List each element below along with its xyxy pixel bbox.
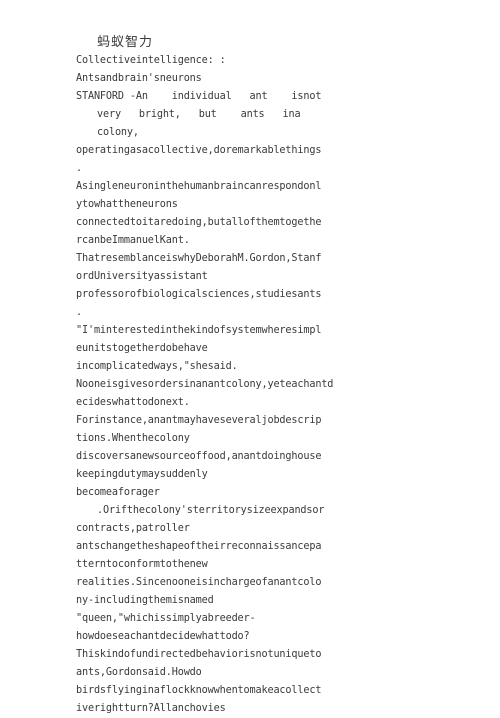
document-line: rcanbeImmanuelKant. <box>76 235 190 246</box>
document-line: . <box>76 307 82 318</box>
document-line: "queen,"whichissimplyabreeder- <box>76 613 256 624</box>
document-line: operatingasacollective,doremarkablething… <box>76 145 322 156</box>
document-line: connectedtoitaredoing,butallofthemtogeth… <box>76 217 322 228</box>
document-line: STANFORD -An individual ant isnot <box>76 91 322 102</box>
document-line: becomeaforager <box>76 487 160 498</box>
document-paragraph-lines: STANFORD -An individual ant isnot very br… <box>76 88 412 718</box>
document-line: ThatresemblanceiswhyDeborahM.Gordon,Stan… <box>76 253 322 264</box>
document-line: professorofbiologicalsciences,studiesant… <box>76 289 322 300</box>
document-line: iverightturn?Allanchovies <box>76 703 226 714</box>
document-line: ecideswhattodonext. <box>76 397 190 408</box>
document-line: realities.Sincenooneisinchargeofanantcol… <box>76 577 322 588</box>
document-line: discoversanewsourceoffood,anantdoinghous… <box>76 451 322 462</box>
document-line: antschangetheshapeoftheirreconnaissancep… <box>76 541 322 552</box>
document-line: "I'minterestedinthekindofsystemwheresimp… <box>76 325 322 336</box>
document-line: Nooneisgivesordersinanantcolony,yeteacha… <box>76 379 334 390</box>
document-line: contracts,patroller <box>76 523 190 534</box>
document-line: ants,Gordonsaid.Howdo <box>76 667 202 678</box>
document-line: ny-includingthemisnamed <box>76 595 214 606</box>
document-line: birdsflyinginaflockknowwhentomakeacollec… <box>76 685 322 696</box>
document-line: colony, <box>97 127 139 138</box>
document-page: 蚂蚁智力 Collectiveintelligence: : Antsandbr… <box>0 0 500 714</box>
document-line: keepingdutymaysuddenly <box>76 469 208 480</box>
document-text-body: 蚂蚁智力 Collectiveintelligence: : Antsandbr… <box>76 34 412 718</box>
document-line: Forinstance,anantmayhaveseveraljobdescri… <box>76 415 322 426</box>
document-line: . <box>76 163 82 174</box>
document-line: tterntoconformtothenew <box>76 559 208 570</box>
document-line: ordUniversityassistant <box>76 271 208 282</box>
document-line: incomplicatedways,"shesaid. <box>76 361 238 372</box>
document-line: .Orifthecolony'sterritorysizeexpandsor <box>97 505 325 516</box>
document-title-cjk: 蚂蚁智力 <box>97 35 154 50</box>
document-line: eunitstogetherdobehave <box>76 343 208 354</box>
document-headline-primary: Collectiveintelligence: : <box>76 55 226 66</box>
document-line: Asingleneuroninthehumanbraincanrespondon… <box>76 181 322 192</box>
document-line: very bright, but ants ina <box>97 109 301 120</box>
document-line: ytowhattheneurons <box>76 199 178 210</box>
document-line: Thiskindofundirectedbehaviorisnotuniquet… <box>76 649 322 660</box>
document-line: howdoeseachantdecidewhattodo? <box>76 631 250 642</box>
document-headline-secondary: Antsandbrain'sneurons <box>76 73 202 84</box>
document-line: tions.Whenthecolony <box>76 433 190 444</box>
